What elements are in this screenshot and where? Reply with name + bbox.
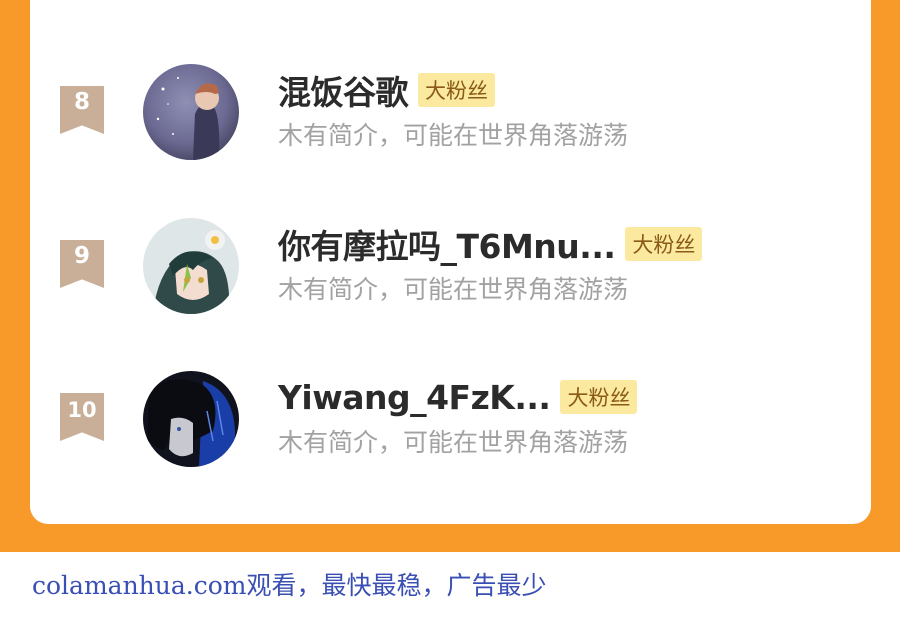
- rank-badge: 8: [60, 86, 104, 134]
- fan-name[interactable]: 混饭谷歌: [278, 66, 409, 114]
- fan-level-badge: 大粉丝: [560, 380, 638, 414]
- avatar-dark-hair-anime-icon: [143, 371, 239, 467]
- name-line: 你有摩拉吗_T6Mnu... 大粉丝: [278, 224, 703, 266]
- fan-bio: 木有简介，可能在世界角落游荡: [278, 121, 629, 150]
- avatar[interactable]: [143, 64, 239, 160]
- fan-row[interactable]: 9 你有摩拉吗_T6Mnu... 大粉丝 木有简介，可能在世界角落游荡: [30, 218, 871, 318]
- fan-bio: 木有简介，可能在世界角落游荡: [278, 275, 629, 304]
- fan-bio: 木有简介，可能在世界角落游荡: [278, 428, 629, 457]
- fan-ranking-card: 8 混饭谷歌 大粉丝 木有简介，可能在世界角落游荡 9 你有摩拉吗_T6Mnu.…: [30, 0, 871, 524]
- avatar-boy-starry-sky-icon: [143, 64, 239, 160]
- fan-name[interactable]: Yiwang_4FzK...: [278, 378, 551, 417]
- fan-level-badge: 大粉丝: [625, 227, 703, 261]
- avatar-green-hair-anime-icon: [143, 218, 239, 314]
- watermark-text: colamanhua.com观看，最快最稳，广告最少: [32, 571, 547, 600]
- avatar[interactable]: [143, 218, 239, 314]
- name-line: 混饭谷歌 大粉丝: [278, 70, 495, 112]
- fan-row[interactable]: 8 混饭谷歌 大粉丝 木有简介，可能在世界角落游荡: [30, 64, 871, 164]
- fan-row[interactable]: 10 Yiwang_4FzK... 大粉丝 木有简介，可能在世界角落游荡: [30, 371, 871, 471]
- rank-badge: 10: [60, 393, 104, 441]
- avatar[interactable]: [143, 371, 239, 467]
- rank-badge: 9: [60, 240, 104, 288]
- fan-level-badge: 大粉丝: [418, 73, 495, 107]
- name-line: Yiwang_4FzK... 大粉丝: [278, 377, 638, 417]
- fan-name[interactable]: 你有摩拉吗_T6Mnu...: [278, 220, 616, 268]
